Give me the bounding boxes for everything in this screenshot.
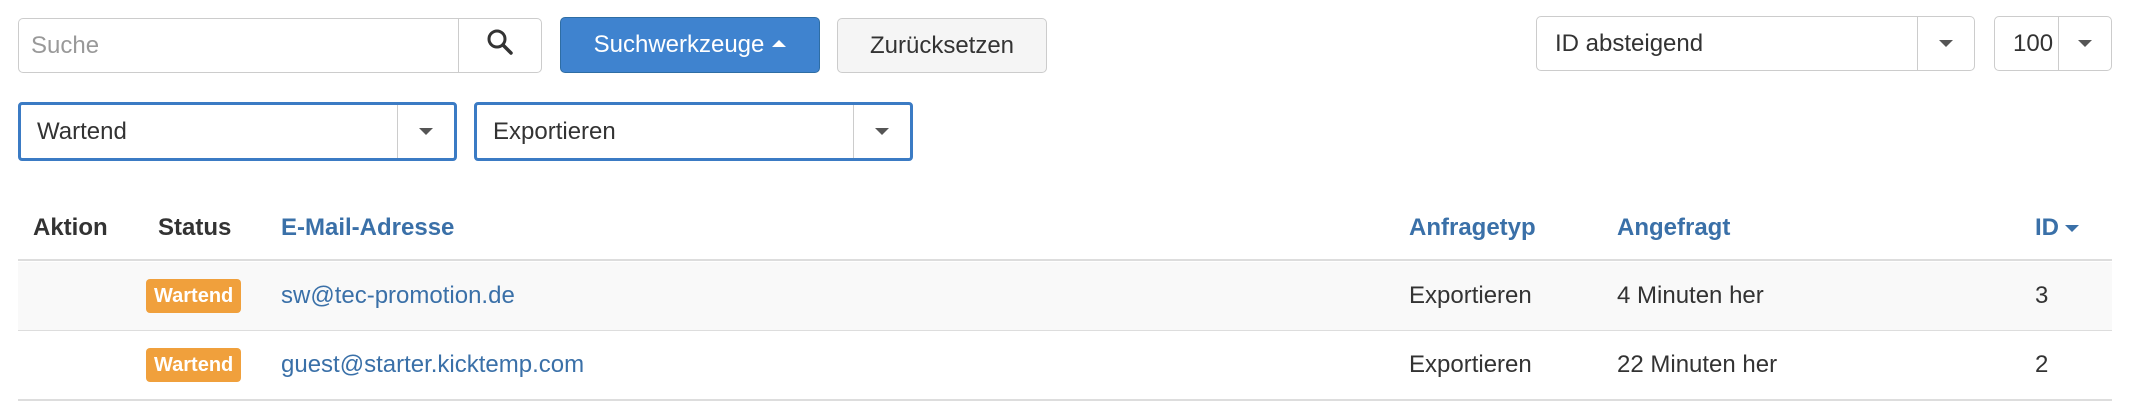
column-header-id-label: ID bbox=[2035, 214, 2059, 241]
status-badge: Wartend bbox=[146, 348, 242, 382]
email-link[interactable]: sw@tec-promotion.de bbox=[281, 262, 515, 330]
sort-desc-icon bbox=[2065, 224, 2079, 232]
column-header-id[interactable]: ID bbox=[2035, 212, 2079, 244]
column-header-action: Aktion bbox=[33, 214, 108, 241]
column-header-status: Status bbox=[158, 214, 232, 241]
limit-select[interactable]: 100 bbox=[1994, 16, 2112, 71]
sort-select[interactable]: ID absteigend bbox=[1536, 16, 1975, 71]
status-filter-value: Wartend bbox=[37, 117, 127, 145]
type-filter-toggle[interactable] bbox=[853, 105, 910, 158]
limit-select-toggle[interactable] bbox=[2058, 17, 2111, 70]
reset-label: Zurücksetzen bbox=[869, 31, 1015, 59]
type-filter-value: Exportieren bbox=[493, 117, 616, 145]
chevron-down-icon bbox=[2078, 40, 2092, 47]
search-tools-label: Suchwerkzeuge bbox=[593, 31, 765, 58]
requested-cell: 22 Minuten her bbox=[1617, 351, 1778, 378]
search-icon bbox=[486, 28, 514, 63]
requested-cell: 4 Minuten her bbox=[1617, 282, 1764, 309]
sort-select-value: ID absteigend bbox=[1555, 29, 1704, 57]
chevron-down-icon bbox=[1939, 40, 1953, 47]
status-cell: Wartend bbox=[146, 331, 242, 399]
column-header-email[interactable]: E-Mail-Adresse bbox=[281, 212, 454, 244]
sort-select-toggle[interactable] bbox=[1917, 17, 1974, 70]
search-button[interactable] bbox=[458, 18, 542, 73]
status-badge: Wartend bbox=[146, 279, 242, 313]
chevron-down-icon bbox=[875, 128, 889, 135]
id-cell: 3 bbox=[2035, 282, 2049, 309]
column-header-requested[interactable]: Angefragt bbox=[1617, 212, 1730, 244]
status-cell: Wartend bbox=[146, 262, 242, 330]
chevron-down-icon bbox=[419, 128, 433, 135]
request-type-cell: Exportieren bbox=[1409, 351, 1532, 378]
caret-up-icon bbox=[772, 39, 787, 47]
reset-button[interactable]: Zurücksetzen bbox=[837, 18, 1047, 73]
status-filter-select[interactable]: Wartend bbox=[18, 102, 457, 161]
status-filter-toggle[interactable] bbox=[397, 105, 454, 158]
request-type-cell: Exportieren bbox=[1409, 282, 1532, 309]
search-tools-button[interactable]: Suchwerkzeuge bbox=[560, 17, 820, 73]
limit-select-value: 100 bbox=[2013, 29, 2054, 57]
table-header-divider bbox=[18, 259, 2112, 261]
column-header-request-type[interactable]: Anfragetyp bbox=[1409, 212, 1536, 244]
type-filter-select[interactable]: Exportieren bbox=[474, 102, 913, 161]
search-input[interactable] bbox=[18, 18, 459, 73]
id-cell: 2 bbox=[2035, 351, 2049, 378]
row-divider bbox=[18, 399, 2112, 401]
email-link[interactable]: guest@starter.kicktemp.com bbox=[281, 331, 584, 399]
